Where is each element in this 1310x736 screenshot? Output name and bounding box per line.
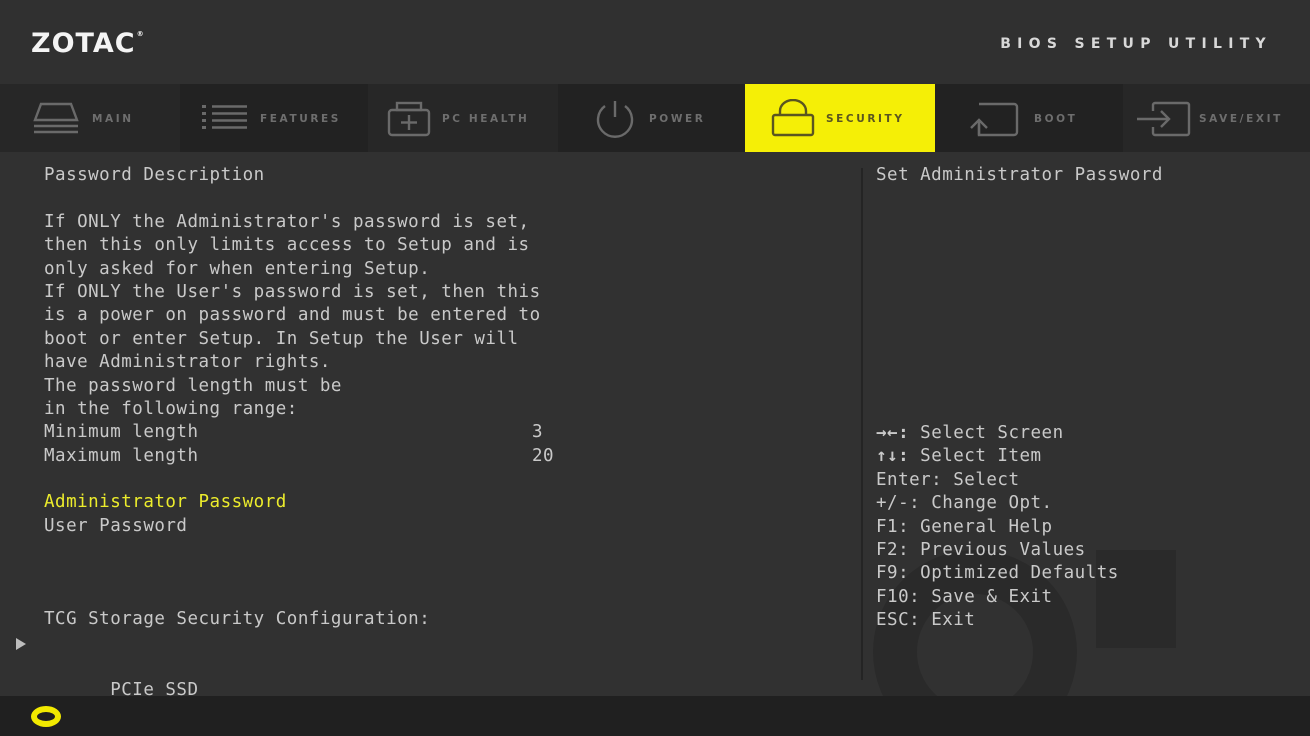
- medical-kit-icon: [387, 101, 433, 137]
- key-name: ↑↓:: [876, 446, 910, 467]
- setting-value: 20: [532, 445, 555, 466]
- tcg-section-title: TCG Storage Security Configuration:: [44, 609, 431, 630]
- tab-label: MAIN: [92, 113, 134, 125]
- footer-bar: [0, 696, 1310, 736]
- main-panel: Password Description If ONLY the Adminis…: [0, 152, 1310, 700]
- exit-arrow-icon: [1137, 101, 1193, 137]
- key-name: F1:: [876, 516, 910, 537]
- submenu-arrow-icon: [16, 637, 26, 650]
- key-name: F2:: [876, 539, 910, 560]
- key-action: Exit: [931, 610, 976, 631]
- tab-save-exit[interactable]: SAVE/EXIT: [1123, 84, 1310, 152]
- description-line: boot or enter Setup. In Setup the User w…: [44, 328, 519, 349]
- user-password-item[interactable]: User Password: [44, 515, 844, 538]
- description-line: in the following range:: [44, 398, 298, 419]
- description-line: only asked for when entering Setup.: [44, 258, 431, 279]
- description-line: is a power on password and must be enter…: [44, 305, 541, 326]
- key-action: Select Item: [920, 446, 1042, 467]
- zotac-logo: ZOTAC®: [31, 28, 145, 59]
- description-line: The password length must be: [44, 375, 342, 396]
- description-line: If ONLY the Administrator's password is …: [44, 211, 530, 232]
- ring-indicator-icon: [31, 706, 61, 727]
- key-name: ESC:: [876, 610, 921, 631]
- key-help-list: →←: Select Screen ↑↓: Select Item Enter:…: [876, 422, 1119, 633]
- panel-divider: [861, 168, 863, 680]
- key-help-row: F2: Previous Values: [876, 539, 1119, 562]
- tab-label: BOOT: [1034, 113, 1078, 125]
- tab-bar: MAIN FEATURES PC HEALTH POWER SECURITY B…: [0, 84, 1310, 152]
- setting-label: Maximum length: [44, 445, 199, 466]
- setting-value: 3: [532, 422, 544, 443]
- maximum-length-row: Maximum length 20: [44, 445, 844, 468]
- power-icon: [592, 100, 638, 138]
- description-line: have Administrator rights.: [44, 352, 331, 373]
- administrator-password-item[interactable]: Administrator Password: [44, 491, 844, 514]
- key-name: →←:: [876, 423, 910, 443]
- key-action: General Help: [920, 516, 1053, 537]
- app-title: BIOS SETUP UTILITY: [1000, 36, 1272, 52]
- minimum-length-row: Minimum length 3: [44, 421, 844, 444]
- tab-features[interactable]: FEATURES: [180, 84, 368, 152]
- key-name: F10:: [876, 586, 921, 607]
- key-name: F9:: [876, 563, 910, 584]
- key-action: Change Opt.: [931, 493, 1053, 514]
- setting-label: Minimum length: [44, 422, 199, 443]
- tab-label: SECURITY: [826, 113, 905, 125]
- key-help-row: ↑↓: Select Item: [876, 445, 1119, 468]
- tab-label: FEATURES: [260, 113, 341, 125]
- key-action: Select Screen: [920, 423, 1064, 443]
- lock-icon: [771, 99, 817, 137]
- tab-security[interactable]: SECURITY: [745, 84, 935, 152]
- key-help-row: F10: Save & Exit: [876, 586, 1119, 609]
- item-help: Set Administrator Password: [876, 164, 1296, 187]
- key-help-row: Enter: Select: [876, 469, 1119, 492]
- brand-name: ZOTAC: [31, 28, 136, 59]
- list-icon: [202, 105, 248, 131]
- tab-label: SAVE/EXIT: [1199, 113, 1283, 125]
- key-help-row: F9: Optimized Defaults: [876, 562, 1119, 585]
- tab-power[interactable]: POWER: [558, 84, 745, 152]
- registered-mark: ®: [136, 30, 145, 38]
- drive-icon: [33, 102, 79, 134]
- tab-label: PC HEALTH: [442, 113, 530, 125]
- section-title: Password Description: [44, 165, 265, 185]
- key-action: Previous Values: [920, 539, 1086, 560]
- item-help-text: Set Administrator Password: [876, 165, 1163, 185]
- key-help-row: F1: General Help: [876, 516, 1119, 539]
- key-name: Enter:: [876, 469, 943, 490]
- pcie-ssd-submenu[interactable]: PCIe SSD: [16, 632, 844, 700]
- settings-list: Password Description If ONLY the Adminis…: [16, 164, 844, 700]
- key-help-row: +/-: Change Opt.: [876, 492, 1119, 515]
- key-action: Save & Exit: [931, 586, 1053, 607]
- tab-pc-health[interactable]: PC HEALTH: [368, 84, 558, 152]
- description-line: then this only limits access to Setup an…: [44, 235, 530, 256]
- key-name: +/-:: [876, 493, 921, 514]
- tab-label: POWER: [649, 113, 706, 125]
- key-help-row: →←: Select Screen: [876, 422, 1119, 445]
- key-help-row: ESC: Exit: [876, 609, 1119, 632]
- header: ZOTAC® BIOS SETUP UTILITY: [0, 0, 1310, 84]
- tab-main[interactable]: MAIN: [0, 84, 180, 152]
- tab-boot[interactable]: BOOT: [935, 84, 1123, 152]
- description-line: If ONLY the User's password is set, then…: [44, 281, 541, 302]
- key-action: Optimized Defaults: [920, 563, 1119, 584]
- key-action: Select: [953, 469, 1020, 490]
- boot-arrow-icon: [965, 102, 1021, 138]
